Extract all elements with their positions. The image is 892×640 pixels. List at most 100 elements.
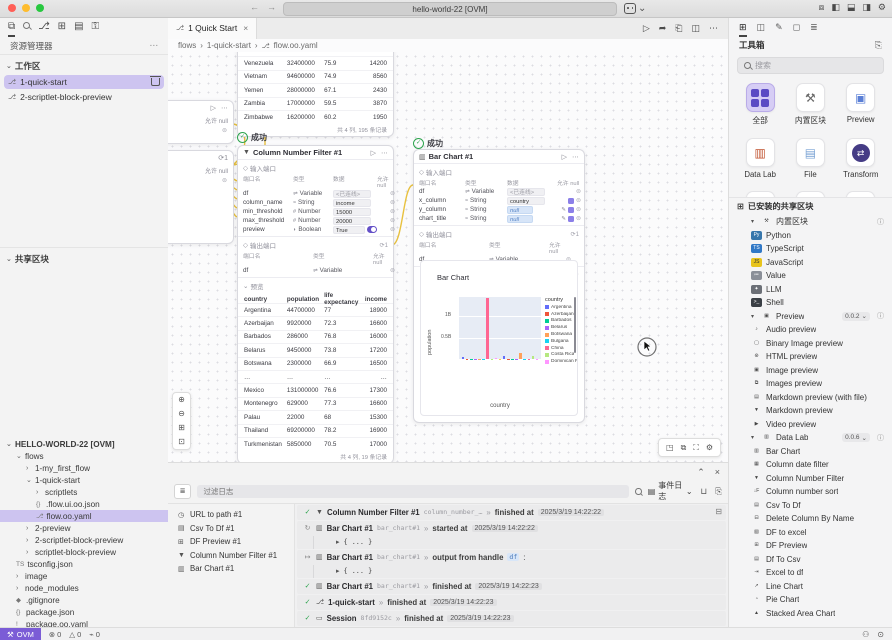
list-tab-icon[interactable]: ≣ (810, 17, 818, 37)
canvas-settings-button[interactable]: ⚙ (706, 443, 713, 452)
input-port-row[interactable]: y_column ≈String null (414, 205, 584, 214)
log-tree-toggle[interactable]: ≣ (174, 484, 191, 499)
variable-bind-icon[interactable] (568, 207, 574, 213)
zoom-out-button[interactable]: ⊖ (178, 407, 185, 421)
category-card[interactable]: ▧ (836, 187, 886, 197)
log-row[interactable]: ✓ ▥ Bar Chart #1 bar_chart#1 » finished … (297, 579, 726, 594)
block-item[interactable]: >_ Shell (729, 296, 892, 310)
port-value[interactable]: null (507, 215, 533, 223)
log-row[interactable]: ↦ ▥ Bar Chart #1 bar_chart#1 » output fr… (297, 550, 726, 578)
tree-item[interactable]: TS tsconfig.json (0, 558, 168, 570)
run-node-icon[interactable]: ▷ (562, 153, 567, 161)
port-value[interactable]: <已连线> (333, 190, 371, 198)
log-row[interactable]: ↻ ▥ Bar Chart #1 bar_chart#1 » started a… (297, 521, 726, 549)
block-item[interactable]: ⇥ Excel to df (729, 566, 892, 580)
tree-item[interactable]: › 1-my_first_flow (0, 462, 168, 474)
run-flow-button[interactable]: ▷ (643, 23, 650, 34)
tree-item[interactable]: › scriptlet-block-preview (0, 546, 168, 558)
null-allowed-icon[interactable] (390, 217, 395, 224)
block-item[interactable]: ▤ Csv To Df (729, 499, 892, 513)
log-node-item[interactable]: ▤ Csv To Df #1 (168, 522, 294, 536)
tree-item[interactable]: {} package.json (0, 606, 168, 618)
input-port-row[interactable]: column_name ≈String income (238, 198, 393, 207)
info-icon[interactable]: ⓘ (877, 217, 884, 227)
edit-pen-icon[interactable] (561, 206, 566, 213)
log-node-item[interactable]: ▼ Column Number Filter #1 (168, 549, 294, 563)
folder-icon[interactable]: ▤ (74, 17, 83, 37)
port-value[interactable]: 15000 (333, 208, 371, 216)
zoom-in-button[interactable]: ⊕ (178, 393, 185, 407)
explorer-more-icon[interactable]: ⋯ (150, 40, 159, 51)
event-log-dropdown[interactable]: ▤ 事件日志 ⌄ (648, 480, 693, 502)
block-item[interactable]: ⧉ Images preview (729, 377, 892, 391)
block-item[interactable]: Py Python (729, 229, 892, 243)
tree-item[interactable]: › image (0, 570, 168, 582)
node-fragment[interactable]: ⟳1 允许 null ⊜ …pandas (168, 150, 234, 244)
block-item[interactable]: ▤ Markdown preview (with file) (729, 391, 892, 405)
block-item[interactable]: ▤ Df To Csv (729, 553, 892, 567)
run-all-button[interactable]: ➦ (659, 23, 667, 34)
window-controls[interactable] (8, 4, 44, 12)
settings-gear-icon[interactable]: ⚙ (878, 2, 886, 13)
flows-icon[interactable]: ⎇ (38, 17, 50, 37)
log-row[interactable]: ✓ ⎇ 1-quick-start » finished at 2025/3/1… (297, 595, 726, 610)
toggle-left-panel-icon[interactable]: ◧ (831, 2, 840, 13)
port-value[interactable]: 20000 (333, 217, 371, 225)
chat-tab-icon[interactable]: ◻ (793, 17, 800, 37)
command-center-search[interactable] (283, 2, 617, 16)
input-port-row[interactable]: min_threshold #Number 15000 (238, 207, 393, 216)
log-filter-input[interactable] (197, 485, 629, 498)
explorer-tab-icon[interactable]: ⧉ (8, 17, 15, 37)
block-item[interactable]: ◔ Pie Chart (729, 593, 892, 607)
block-item[interactable]: ▣ Image preview (729, 364, 892, 378)
version-dropdown[interactable]: 0.0.2⌄ (842, 312, 870, 321)
fit-view-button[interactable]: ⊞ (178, 421, 185, 435)
null-allowed-icon[interactable] (576, 197, 581, 204)
ports-indicator[interactable]: ⌁ 0 (89, 630, 100, 639)
log-payload[interactable]: ▸{ ... } (313, 536, 720, 549)
category-card[interactable]: ▤ File (785, 134, 835, 179)
tree-item[interactable]: ⌄ flows (0, 450, 168, 462)
minimize-window-icon[interactable] (22, 4, 30, 12)
node-more-icon[interactable]: ⋯ (221, 104, 228, 112)
editor-tab[interactable]: ⎇ 1 Quick Start × (168, 17, 257, 39)
tree-item[interactable]: {} .flow.ui.oo.json (0, 498, 168, 510)
log-node-item[interactable]: ▥ Bar Chart #1 (168, 562, 294, 576)
bar-chart-node[interactable]: ▥ Bar Chart #1 ▷ ⋯ ◇输入端口 端口名 类型 数据 允许 nu… (413, 149, 585, 423)
packages-tab-icon[interactable]: ◫ (757, 17, 766, 37)
null-allowed-icon[interactable] (576, 188, 581, 195)
category-card[interactable]: ⚒ 内置区块 (785, 79, 835, 126)
block-item[interactable]: ▢ Binary Image preview (729, 337, 892, 351)
import-block-icon[interactable]: ⎘ (875, 40, 882, 51)
block-item[interactable]: ▲ Stacked Area Chart (729, 607, 892, 621)
node-fragment[interactable]: ▷ ⋯ 允许 null ⊜ (168, 100, 234, 144)
tree-item[interactable]: › node_modules (0, 582, 168, 594)
close-panel-icon[interactable]: × (715, 467, 720, 477)
export-logs-button[interactable]: ⎘ (715, 486, 722, 497)
comment-button[interactable]: ◳ (666, 443, 674, 452)
block-item[interactable]: ▾ ⚒ 内置区块 ⓘ (729, 215, 892, 229)
null-allowed-icon[interactable] (576, 206, 581, 213)
block-item[interactable]: TS TypeScript (729, 242, 892, 256)
node-more-icon[interactable]: ⋯ (572, 153, 579, 161)
run-node-icon[interactable]: ▷ (371, 149, 376, 157)
block-item[interactable]: ⊞ DF Preview (729, 539, 892, 553)
customize-layout-icon[interactable]: ⧈ (819, 2, 825, 13)
shared-blocks-header[interactable]: ⌄ 共享区块 (0, 251, 168, 267)
category-card[interactable]: ⇄ Transform (836, 134, 886, 179)
null-allowed-icon[interactable] (390, 190, 395, 197)
breadcrumb-item[interactable]: flow.oo.yaml (274, 41, 318, 50)
input-port-row[interactable]: x_column ≈String country (414, 196, 584, 205)
null-allowed-icon[interactable] (576, 215, 581, 222)
block-item[interactable]: ▥ Bar Chart (729, 445, 892, 459)
ovm-badge[interactable]: ⚒ OVM (0, 628, 41, 640)
port-value[interactable]: True (333, 226, 365, 234)
output-port-row[interactable]: df ⇌Variable (238, 266, 393, 275)
tree-item[interactable]: ⌄ HELLO-WORLD-22 [OVM] (0, 438, 168, 450)
edit-tab-icon[interactable]: ✎ (775, 17, 783, 37)
assistant-robot-icon[interactable]: ⚇ (862, 630, 869, 639)
category-card[interactable]: ▣ Preview (836, 79, 886, 126)
tree-item[interactable]: › 2-scriptlet-block-preview (0, 534, 168, 546)
input-port-row[interactable]: max_threshold #Number 20000 (238, 216, 393, 225)
block-item[interactable]: ▼ Markdown preview (729, 404, 892, 418)
